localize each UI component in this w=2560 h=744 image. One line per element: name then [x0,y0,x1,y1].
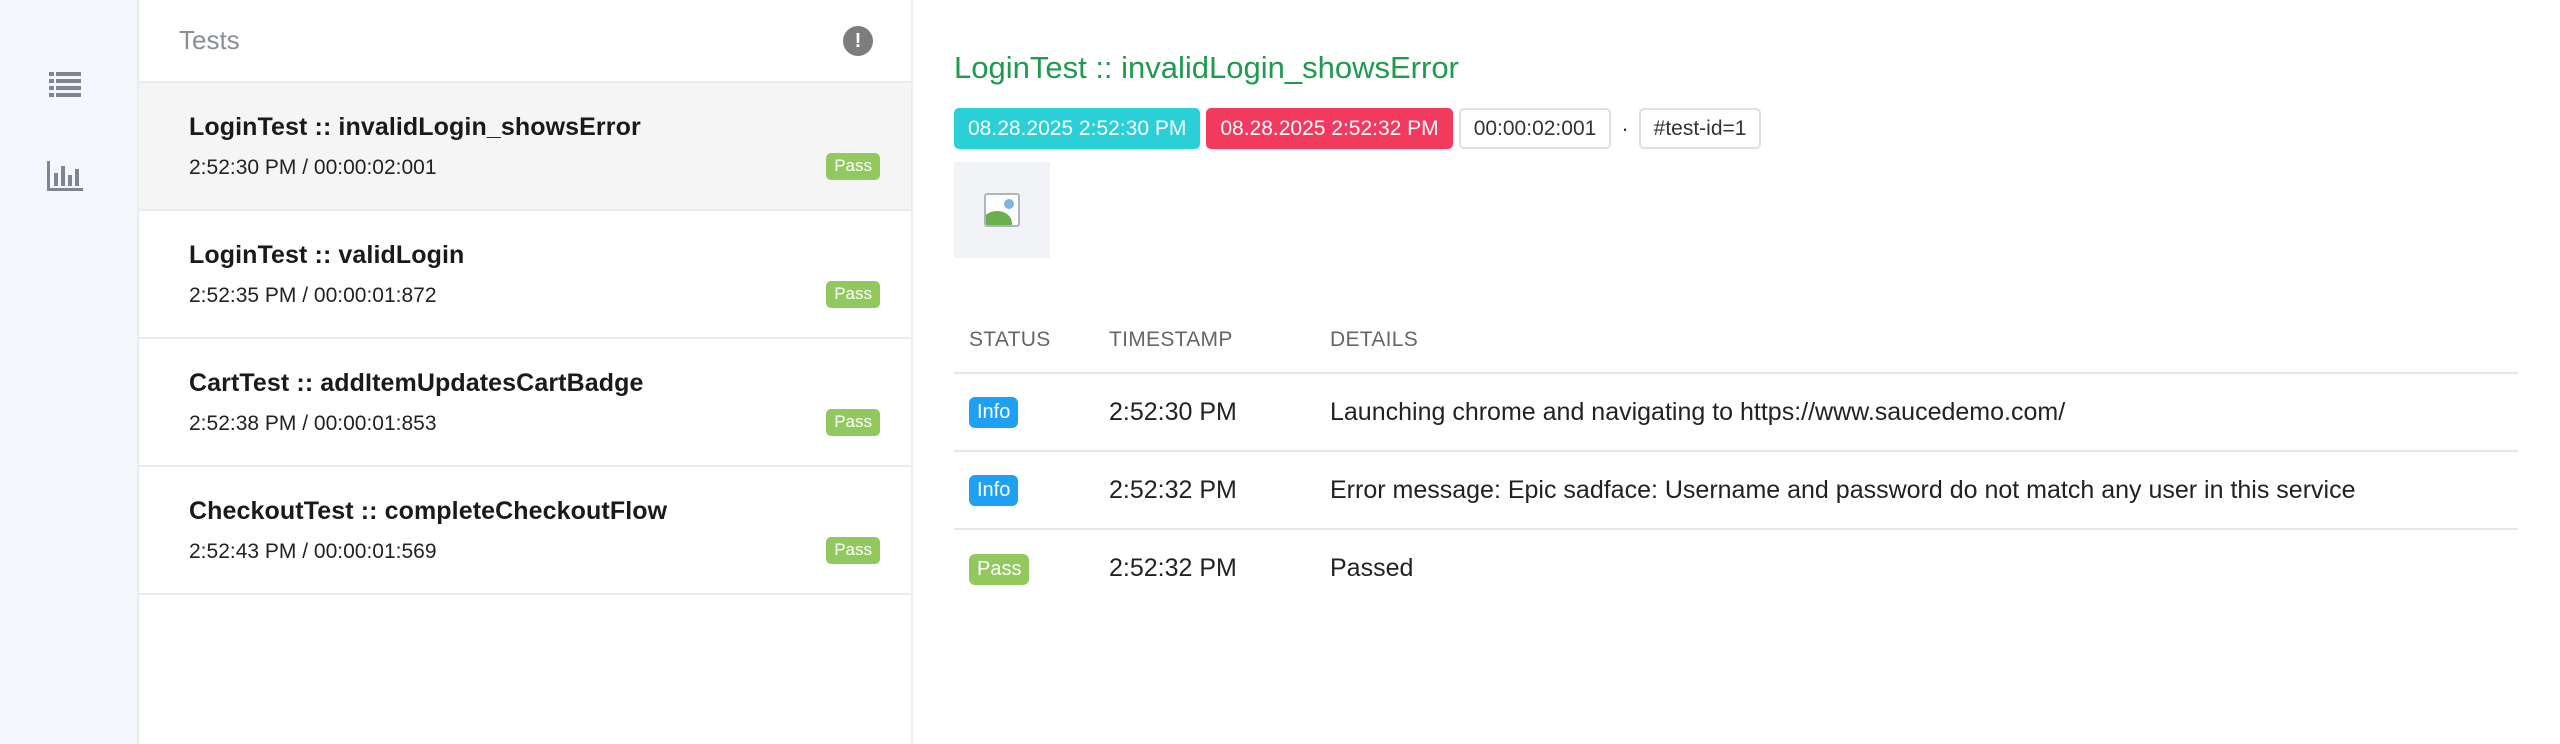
log-status-cell: Info [954,451,1094,530]
test-name: LoginTest :: invalidLogin_showsError [189,113,641,141]
test-name: CheckoutTest :: completeCheckoutFlow [189,497,668,525]
tests-view-button[interactable] [46,66,84,104]
start-time-tag: 08.28.2025 2:52:30 PM [954,108,1201,150]
test-log-table: STATUS TIMESTAMP DETAILS Info 2:52:30 PM… [954,320,2518,607]
test-time: 2:52:35 PM / 00:00:01:872 [189,284,437,307]
log-timestamp-cell: 2:52:32 PM [1109,554,1237,582]
log-details-cell: Launching chrome and navigating to https… [1315,373,2518,452]
status-badge: Info [969,397,1019,428]
test-detail-title: LoginTest :: invalidLogin_showsError [954,50,1459,85]
test-list-item[interactable]: LoginTest :: invalidLogin_showsError 2:5… [139,83,911,211]
separator-dot: · [1621,115,1629,141]
column-header-status: STATUS [954,320,1094,374]
table-row: Info 2:52:30 PM Launching chrome and nav… [954,373,2518,452]
table-header-row: STATUS TIMESTAMP DETAILS [954,320,2518,374]
status-badge: Pass [969,553,1030,585]
table-row: Info 2:52:32 PM Error message: Epic sadf… [954,451,2518,530]
column-header-details: DETAILS [1315,320,2518,374]
bar-chart-icon [47,161,83,191]
table-row: Pass 2:52:32 PM Passed [954,529,2518,607]
test-list-pane: Tests ! LoginTest :: invalidLogin_showsE… [139,0,913,744]
status-badge: Pass [826,153,880,180]
test-list-item[interactable]: LoginTest :: validLogin 2:52:35 PM / 00:… [139,211,911,339]
log-details-cell: Error message: Epic sadface: Username an… [1315,451,2518,530]
broken-image-icon [984,193,1020,227]
log-timestamp-cell: 2:52:30 PM [1094,373,1315,452]
test-time: 2:52:43 PM / 00:00:01:569 [189,540,437,563]
nav-rail [0,0,139,744]
end-time-tag: 08.28.2025 2:52:32 PM [1206,108,1453,150]
dashboard-view-button[interactable] [46,157,84,195]
alert-icon[interactable]: ! [843,25,873,56]
test-name: LoginTest :: validLogin [189,241,465,269]
status-badge: Info [969,475,1019,506]
alert-icon-glyph: ! [854,29,862,52]
test-name: CartTest :: addItemUpdatesCartBadge [189,369,644,397]
status-badge: Pass [826,409,880,436]
log-details-cell: Passed [1330,554,1414,582]
duration-tag: 00:00:02:001 [1458,108,1612,150]
log-status-cell: Info [954,373,1094,452]
status-badge: Pass [826,537,880,564]
test-list-title: Tests [179,25,240,55]
log-timestamp-cell: 2:52:32 PM [1094,451,1315,530]
test-list-header: Tests ! [139,0,911,83]
app-root: Tests ! LoginTest :: invalidLogin_showsE… [0,0,2560,744]
test-time: 2:52:38 PM / 00:00:01:853 [189,412,437,435]
screenshot-thumbnail[interactable] [954,162,1050,258]
column-header-timestamp: TIMESTAMP [1094,320,1315,374]
test-list-item[interactable]: CheckoutTest :: completeCheckoutFlow 2:5… [139,467,911,595]
test-detail-pane: LoginTest :: invalidLogin_showsError 08.… [913,0,2560,744]
test-meta-tags: 08.28.2025 2:52:30 PM 08.28.2025 2:52:32… [954,108,1762,150]
test-id-tag: #test-id=1 [1638,108,1762,150]
test-time: 2:52:30 PM / 00:00:02:001 [189,156,437,179]
status-badge: Pass [826,281,880,308]
list-icon [49,72,81,97]
log-status-cell: Pass [954,529,1094,607]
test-list-item[interactable]: CartTest :: addItemUpdatesCartBadge 2:52… [139,339,911,467]
